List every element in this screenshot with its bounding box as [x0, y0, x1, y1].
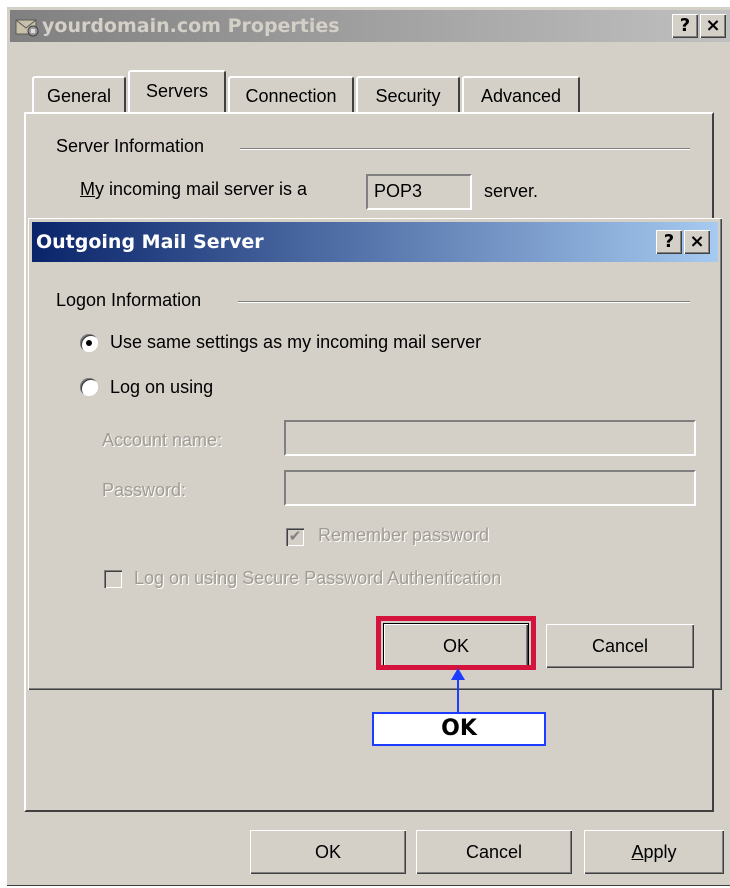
tab-advanced[interactable]: Advanced — [462, 76, 580, 112]
radio-same-settings-label[interactable]: Use same settings as my incoming mail se… — [110, 332, 481, 353]
remember-password-checkbox[interactable]: ✔ — [286, 528, 304, 546]
incoming-label-text: y incoming mail server is a — [95, 179, 308, 199]
outgoing-cancel-button[interactable]: Cancel — [546, 624, 694, 668]
incoming-server-suffix: server. — [484, 181, 539, 201]
account-name-label: Account name: — [102, 430, 223, 450]
server-info-divider — [240, 148, 690, 150]
spa-label[interactable]: Log on using Secure Password Authenticat… — [134, 568, 501, 589]
radio-log-on-using-label[interactable]: Log on using — [110, 377, 213, 398]
incoming-label-accesskey: M — [80, 179, 95, 199]
tab-connection[interactable]: Connection — [228, 76, 354, 112]
outgoing-dialog-title: Outgoing Mail Server — [36, 231, 264, 253]
window-title: yourdomain.com Properties — [42, 15, 340, 37]
spa-checkbox[interactable] — [104, 570, 122, 588]
incoming-server-type-field: POP3 — [366, 174, 472, 210]
password-input[interactable] — [284, 470, 696, 506]
logon-info-group-label: Logon Information — [56, 290, 202, 310]
footer-cancel-button[interactable]: Cancel — [416, 830, 572, 874]
tab-security[interactable]: Security — [356, 76, 460, 112]
password-label: Password: — [102, 480, 187, 500]
radio-selected-dot — [86, 340, 92, 346]
logon-info-divider — [238, 301, 690, 303]
apply-label-rest: pply — [643, 842, 677, 862]
incoming-server-label: My incoming mail server is a — [80, 179, 307, 200]
outgoing-dialog-help-button[interactable]: ? — [656, 230, 682, 254]
footer-ok-button[interactable]: OK — [250, 830, 406, 874]
window-help-button[interactable]: ? — [672, 14, 698, 38]
annotation-arrow — [451, 668, 465, 712]
radio-same-settings[interactable] — [80, 334, 98, 352]
server-info-group-label: Server Information — [56, 136, 205, 156]
remember-password-label[interactable]: Remember password — [318, 525, 489, 546]
account-name-input[interactable] — [284, 420, 696, 456]
radio-log-on-using[interactable] — [80, 378, 98, 396]
mail-properties-icon — [14, 14, 40, 38]
tab-servers[interactable]: Servers — [128, 70, 226, 112]
tab-general[interactable]: General — [32, 76, 126, 112]
outgoing-dialog-close-button[interactable]: × — [684, 230, 710, 254]
ok-button-highlight — [376, 616, 536, 670]
apply-accesskey: A — [631, 842, 644, 862]
ok-callout-label: OK — [372, 712, 546, 746]
footer-apply-button[interactable]: Apply — [584, 830, 724, 874]
window-close-button[interactable]: × — [700, 14, 726, 38]
